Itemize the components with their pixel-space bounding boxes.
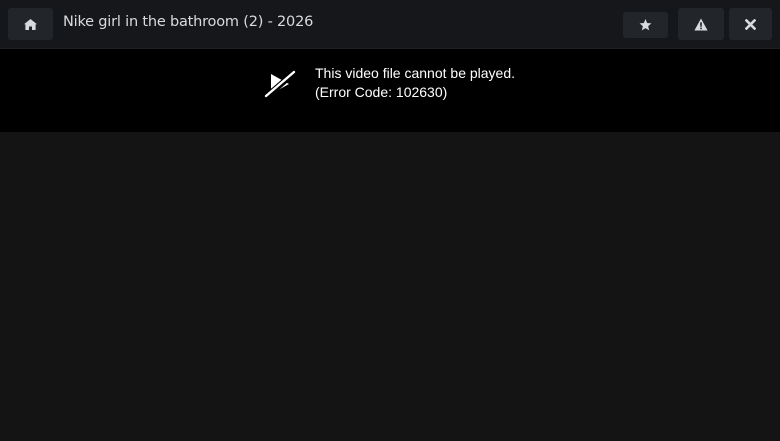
star-icon	[639, 19, 652, 31]
report-button[interactable]	[678, 8, 724, 40]
video-off-icon	[262, 68, 298, 100]
error-message-line: This video file cannot be played.	[315, 65, 516, 81]
home-button[interactable]	[8, 8, 53, 40]
page-title: Nike girl in the bathroom (2) - 2026	[63, 14, 314, 30]
favorite-button[interactable]	[623, 12, 668, 38]
error-message: This video file cannot be played. (Error…	[315, 64, 515, 102]
error-code: (Error Code: 102630)	[315, 84, 448, 100]
close-button[interactable]	[729, 8, 772, 40]
content-area	[0, 132, 780, 441]
warning-icon	[694, 18, 708, 31]
home-icon	[24, 18, 37, 30]
top-bar: Nike girl in the bathroom (2) - 2026	[0, 0, 780, 49]
video-player[interactable]: This video file cannot be played. (Error…	[0, 49, 780, 132]
close-icon	[745, 18, 756, 30]
